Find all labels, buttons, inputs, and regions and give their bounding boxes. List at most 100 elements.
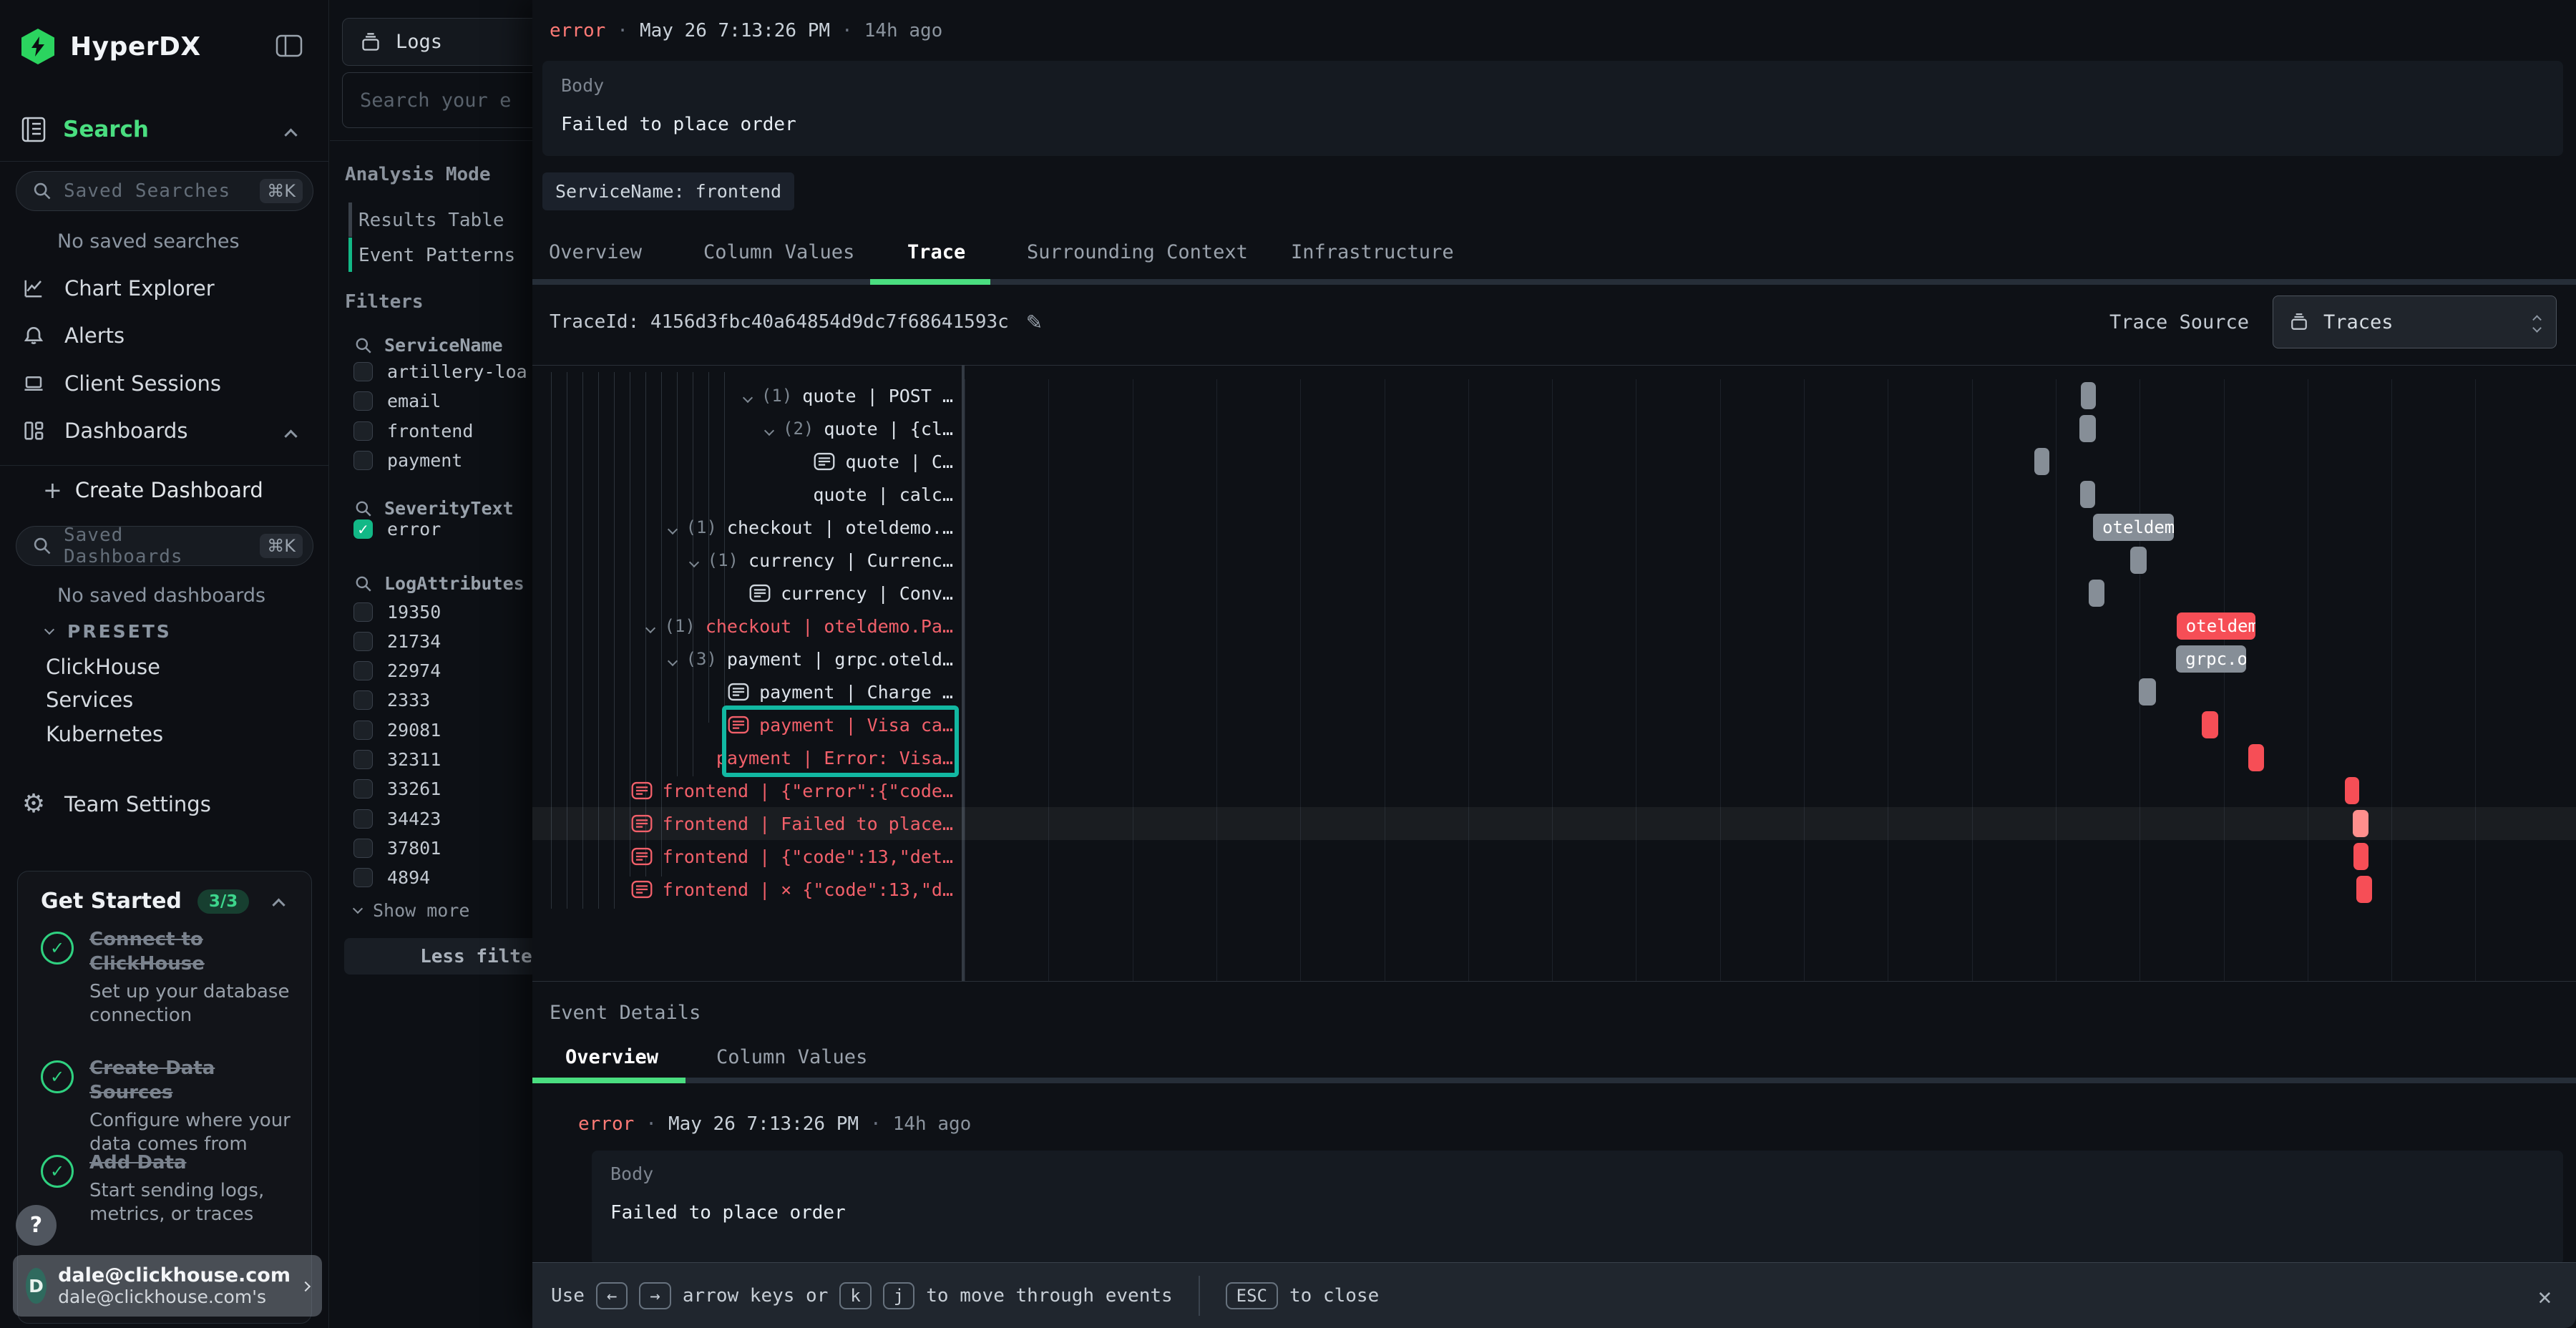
span-bar[interactable] <box>2248 744 2264 771</box>
tab-overview[interactable]: Overview <box>549 241 642 263</box>
span-bar[interactable] <box>2081 382 2096 409</box>
show-more-button[interactable]: Show more <box>354 900 469 921</box>
chevron-down-icon[interactable] <box>744 391 751 404</box>
sidebar-item-chart-explorer[interactable]: Chart Explorer <box>21 276 215 301</box>
chevron-down-icon[interactable] <box>766 424 773 437</box>
filter-option-payment[interactable]: payment <box>353 450 462 471</box>
trace-tree-row[interactable]: (1)checkout | oteldemo.Pa… <box>532 610 953 643</box>
details-tab-overview[interactable]: Overview <box>565 1046 658 1068</box>
chevron-up-icon[interactable] <box>284 430 297 443</box>
checkbox[interactable] <box>353 391 373 411</box>
chevron-down-icon[interactable] <box>691 555 698 569</box>
tab-surrounding-context[interactable]: Surrounding Context <box>1027 241 1248 263</box>
filter-option-frontend[interactable]: frontend <box>353 421 473 441</box>
checkbox[interactable]: ✓ <box>353 519 373 539</box>
sidebar-preset-kubernetes[interactable]: Kubernetes <box>46 722 163 746</box>
sidebar-item-team-settings[interactable]: ⚙ Team Settings <box>21 789 211 819</box>
span-bar[interactable] <box>2356 876 2372 903</box>
span-bar[interactable] <box>2139 678 2156 706</box>
checkbox[interactable] <box>353 632 373 651</box>
filter-option-19350[interactable]: 19350 <box>353 602 441 622</box>
tab-infrastructure[interactable]: Infrastructure <box>1291 241 1454 263</box>
trace-tree-row[interactable]: payment | Error: Visa… <box>532 741 953 774</box>
get-started-item[interactable]: ✓Connect to ClickHouseSet up your databa… <box>41 927 298 1027</box>
filter-option-email[interactable]: email <box>353 391 441 411</box>
span-bar[interactable] <box>2034 448 2049 475</box>
sidebar-preset-clickhouse[interactable]: ClickHouse <box>46 655 160 679</box>
filter-option-4894[interactable]: 4894 <box>353 867 430 888</box>
get-started-item[interactable]: ✓Create Data SourcesConfigure where your… <box>41 1056 298 1156</box>
checkbox[interactable] <box>353 421 373 441</box>
saved-dashboards-input[interactable]: Saved Dashboards ⌘K <box>16 526 313 566</box>
analysis-mode-event-patterns[interactable]: Event Patterns <box>358 245 515 266</box>
tab-column-values[interactable]: Column Values <box>703 241 854 263</box>
chevron-down-icon[interactable] <box>669 654 676 668</box>
sidebar-item-dashboards[interactable]: Dashboards <box>21 419 187 443</box>
trace-tree-row[interactable]: frontend | {"code":13,"det… <box>532 840 953 873</box>
checkbox[interactable] <box>353 451 373 470</box>
presets-toggle[interactable]: PRESETS <box>46 621 172 642</box>
filter-option-error[interactable]: ✓error <box>353 519 441 540</box>
analysis-mode-results-table[interactable]: Results Table <box>358 210 504 231</box>
trace-tree-row[interactable]: (1)currency | Currenc… <box>532 544 953 577</box>
chevron-down-icon[interactable] <box>647 621 654 635</box>
get-started-item[interactable]: ✓Add DataStart sending logs, metrics, or… <box>41 1151 298 1226</box>
service-name-chip[interactable]: ServiceName: frontend <box>542 172 794 210</box>
span-bar[interactable] <box>2345 777 2359 804</box>
close-icon[interactable]: ✕ <box>2538 1283 2552 1310</box>
details-tab-column-values[interactable]: Column Values <box>716 1046 867 1068</box>
filter-option-34423[interactable]: 34423 <box>353 809 441 829</box>
help-button[interactable]: ? <box>16 1205 57 1246</box>
span-bar[interactable]: grpc.ot… <box>2176 645 2246 673</box>
sidebar-item-client-sessions[interactable]: Client Sessions <box>21 371 221 396</box>
filter-option-2333[interactable]: 2333 <box>353 690 430 711</box>
span-bar[interactable] <box>2080 481 2095 508</box>
sidebar-preset-services[interactable]: Services <box>46 688 133 712</box>
trace-source-dropdown[interactable]: Traces <box>2273 296 2557 348</box>
trace-tree-row[interactable]: (3)payment | grpc.oteld… <box>532 643 953 675</box>
checkbox[interactable] <box>353 721 373 740</box>
trace-tree-row[interactable]: payment | Charge … <box>532 675 953 708</box>
span-bar[interactable] <box>2202 711 2218 738</box>
checkbox[interactable] <box>353 750 373 769</box>
filter-option-21734[interactable]: 21734 <box>353 631 441 652</box>
trace-tree-row[interactable]: quote | calc… <box>532 478 953 511</box>
checkbox[interactable] <box>353 690 373 710</box>
trace-tree-row[interactable]: (1)quote | POST … <box>532 379 953 412</box>
span-bar[interactable] <box>2130 547 2147 574</box>
filter-option-22974[interactable]: 22974 <box>353 660 441 681</box>
chevron-down-icon[interactable] <box>669 522 676 536</box>
span-bar[interactable] <box>2089 580 2104 607</box>
chevron-up-icon[interactable] <box>272 899 285 912</box>
filter-option-37801[interactable]: 37801 <box>353 838 441 859</box>
filter-option-32311[interactable]: 32311 <box>353 749 441 770</box>
create-dashboard-button[interactable]: + Create Dashboard <box>43 477 263 504</box>
sidebar-collapse-icon[interactable] <box>275 34 303 57</box>
span-bar[interactable]: oteldemo… <box>2177 612 2255 640</box>
chevron-up-icon[interactable] <box>284 129 297 142</box>
checkbox[interactable] <box>353 661 373 680</box>
span-bar[interactable]: oteldemo… <box>2093 514 2174 541</box>
trace-tree-row[interactable]: (1)checkout | oteldemo.… <box>532 511 953 544</box>
trace-tree-row[interactable]: currency | Conv… <box>532 577 953 610</box>
checkbox[interactable] <box>353 809 373 829</box>
checkbox[interactable] <box>353 839 373 858</box>
span-bar[interactable] <box>2079 415 2096 442</box>
checkbox[interactable] <box>353 779 373 799</box>
saved-searches-input[interactable]: Saved Searches ⌘K <box>16 171 313 211</box>
trace-tree-row[interactable]: quote | C… <box>532 445 953 478</box>
pencil-icon[interactable]: ✎ <box>1026 311 1043 334</box>
checkbox[interactable] <box>353 602 373 622</box>
checkbox[interactable] <box>353 868 373 887</box>
sidebar-item-alerts[interactable]: Alerts <box>21 323 125 348</box>
user-menu[interactable]: D dale@clickhouse.com dale@clickhouse.co… <box>13 1255 322 1317</box>
tab-trace[interactable]: Trace <box>907 241 965 263</box>
filter-option-29081[interactable]: 29081 <box>353 720 441 741</box>
trace-tree-row[interactable]: payment | Visa ca… <box>532 708 953 741</box>
span-bar[interactable] <box>2353 810 2368 837</box>
filter-option-artillery-loa[interactable]: artillery-loa <box>353 361 527 382</box>
trace-tree-row[interactable]: (2)quote | {cl… <box>532 412 953 445</box>
sidebar-section-search[interactable]: Search <box>21 117 149 142</box>
filter-option-33261[interactable]: 33261 <box>353 778 441 799</box>
span-bar[interactable] <box>2353 843 2368 870</box>
